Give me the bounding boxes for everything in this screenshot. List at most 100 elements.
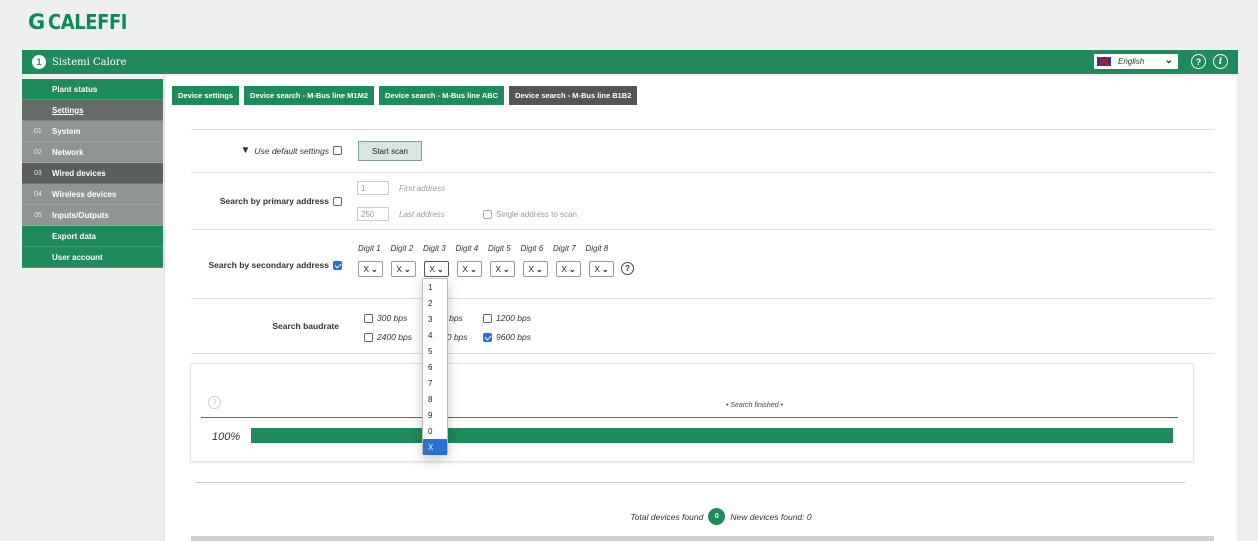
digit-header: Digit 7 (553, 244, 576, 253)
digit-5-select[interactable]: X ⌄ (490, 261, 515, 277)
sidebar-item-number: 05 (34, 211, 42, 219)
secondary-help-icon[interactable]: ? (621, 262, 634, 275)
default-settings-checkbox[interactable] (333, 146, 342, 155)
user-icon[interactable]: 1 (32, 55, 46, 69)
select-value: X (363, 264, 369, 274)
sidebar-item-wireless-devices[interactable]: 04 Wireless devices (22, 184, 163, 205)
dropdown-option[interactable]: 2 (423, 295, 447, 311)
sidebar-item-label: Plant status (52, 84, 98, 94)
dropdown-option[interactable]: 4 (423, 327, 447, 343)
dropdown-option[interactable]: 0 (423, 423, 447, 439)
sidebar-item-label: User account (52, 252, 103, 262)
logo-mark: G (28, 10, 45, 34)
digit-3-select[interactable]: X ⌄ (424, 261, 449, 277)
top-bar: 1 Sistemi Calore English ⌄ ? i (22, 50, 1238, 74)
select-value: X (594, 264, 600, 274)
chevron-down-icon: ⌄ (601, 264, 609, 274)
totals-row: Total devices found 0 New devices found:… (165, 508, 1237, 525)
digit-headers: Digit 1 Digit 2 Digit 3 Digit 4 Digit 5 … (358, 244, 618, 253)
sidebar-item-system[interactable]: 01 System (22, 121, 163, 142)
last-address-hint: Last address (399, 210, 445, 219)
single-address-label: Single address to scan (496, 210, 577, 219)
secondary-address-checkbox[interactable] (333, 260, 342, 270)
tab-search-abc[interactable]: Device search - M-Bus line ABC (379, 86, 505, 105)
select-value: X (528, 264, 534, 274)
divider (191, 129, 1214, 130)
dropdown-option[interactable]: 5 (423, 343, 447, 359)
progress-divider (201, 417, 1178, 418)
sidebar-item-network[interactable]: 02 Network (22, 142, 163, 163)
sidebar-item-plant-status[interactable]: Plant status (22, 79, 163, 100)
tab-device-settings[interactable]: Device settings (172, 86, 240, 105)
tab-search-m1m2[interactable]: Device search - M-Bus line M1M2 (244, 86, 374, 105)
sidebar-item-number: 03 (34, 169, 42, 177)
digit-7-select[interactable]: X ⌄ (556, 261, 581, 277)
baud-300[interactable]: 300 bps (364, 313, 407, 323)
divider (191, 172, 1214, 173)
chevron-down-icon: ⌄ (403, 264, 411, 274)
digit-2-select[interactable]: X ⌄ (391, 261, 416, 277)
baud-1200-label: 1200 bps (496, 313, 531, 323)
search-status: • Search finished • (725, 402, 784, 409)
select-value: X (396, 264, 402, 274)
progress-bar (251, 428, 1173, 443)
sidebar-item-user-account[interactable]: User account (22, 247, 163, 268)
digit-header: Digit 8 (585, 244, 609, 253)
digit-1-select[interactable]: X ⌄ (358, 261, 383, 277)
dropdown-option[interactable]: 3 (423, 311, 447, 327)
chevron-down-icon: ⌄ (568, 264, 576, 274)
total-devices-label: Total devices found (630, 511, 704, 522)
total-devices-badge: 0 (708, 508, 726, 525)
single-address-checkbox[interactable] (483, 210, 492, 219)
digit-6-select[interactable]: X ⌄ (523, 261, 548, 277)
bottom-scrollbar[interactable] (191, 536, 1214, 541)
baud-2400-checkbox[interactable] (364, 332, 373, 342)
baud-1200[interactable]: 1200 bps (483, 313, 531, 323)
first-address-input[interactable]: 1 (357, 181, 389, 195)
sidebar-item-label: Export data (52, 231, 97, 241)
last-address-input[interactable]: 250 (357, 207, 389, 221)
progress-bar-fill (251, 428, 1173, 443)
sidebar-item-label: Wireless devices (52, 189, 117, 199)
chevron-down-icon: ⌄ (469, 264, 477, 274)
default-settings-row: ▼ Use default settings (225, 145, 342, 156)
language-select[interactable]: English ⌄ (1094, 54, 1178, 69)
baud-2400[interactable]: 2400 bps (364, 332, 412, 342)
tab-search-b1b2[interactable]: Device search - M-Bus line B1B2 (509, 86, 638, 105)
select-value: X (462, 264, 468, 274)
baud-9600-checkbox[interactable] (483, 332, 492, 342)
info-icon[interactable]: i (1213, 54, 1228, 69)
collapse-arrow-icon[interactable]: ▼ (240, 145, 250, 156)
progress-percent: 100% (212, 431, 241, 443)
dropdown-option[interactable]: 8 (423, 391, 447, 407)
digit-header: Digit 6 (520, 244, 544, 253)
sidebar-item-label: Inputs/Outputs (52, 210, 109, 220)
sidebar-item-label: Wired devices (52, 168, 106, 178)
primary-address-checkbox[interactable] (333, 196, 342, 206)
sidebar-item-export-data[interactable]: Export data (22, 226, 163, 247)
start-scan-button[interactable]: Start scan (358, 141, 422, 161)
tab-bar: Device settings Device search - M-Bus li… (172, 86, 638, 105)
digit-3-dropdown-list[interactable]: 1234567890X (422, 278, 448, 455)
help-icon[interactable]: ? (1191, 54, 1206, 69)
sidebar-item-wired-devices[interactable]: 03 Wired devices (22, 163, 163, 184)
sidebar-item-settings[interactable]: Settings (22, 100, 163, 121)
digit-4-select[interactable]: X ⌄ (457, 261, 482, 277)
sidebar-item-label: Network (52, 147, 84, 157)
digit-8-select[interactable]: X ⌄ (589, 261, 614, 277)
dropdown-option[interactable]: X (423, 439, 447, 455)
dropdown-option[interactable]: 1 (423, 279, 447, 295)
logo-text: CALEFFI (48, 10, 128, 34)
baud-300-checkbox[interactable] (364, 313, 373, 323)
baud-1200-checkbox[interactable] (483, 313, 492, 323)
secondary-address-row: Search by secondary address (185, 260, 342, 270)
sidebar-item-inputs-outputs[interactable]: 05 Inputs/Outputs (22, 205, 163, 226)
dropdown-option[interactable]: 9 (423, 407, 447, 423)
dropdown-option[interactable]: 6 (423, 359, 447, 375)
digit-header: Digit 2 (390, 244, 414, 253)
dropdown-option[interactable]: 7 (423, 375, 447, 391)
baud-9600[interactable]: 9600 bps (483, 332, 531, 342)
sidebar-item-number: 02 (34, 148, 42, 156)
main-panel: Device settings Device search - M-Bus li… (164, 76, 1237, 541)
sidebar-item-number: 01 (34, 127, 42, 135)
